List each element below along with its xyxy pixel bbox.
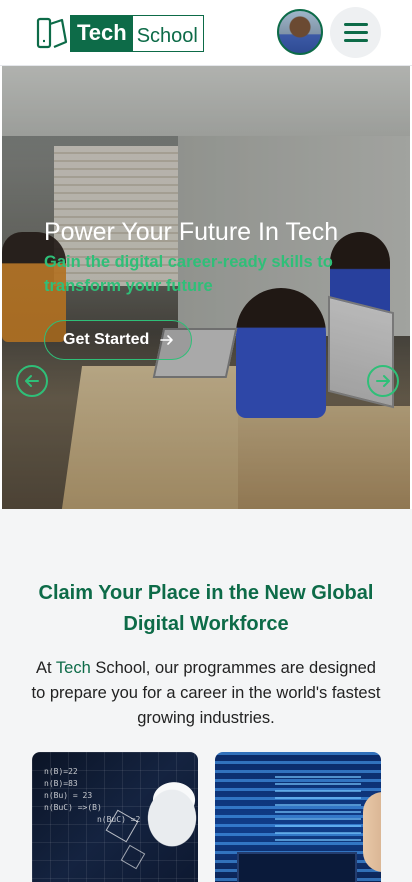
hamburger-menu-button[interactable] xyxy=(330,7,381,58)
logo-mark-icon xyxy=(36,16,68,50)
program-card-dev[interactable] xyxy=(215,752,381,882)
section-text-start: At xyxy=(36,659,56,677)
hamburger-icon-bar xyxy=(343,39,368,42)
hero-title: Power Your Future In Tech xyxy=(44,218,339,246)
logo-school-text: School xyxy=(136,24,198,47)
site-logo[interactable]: Tech School xyxy=(36,14,204,52)
arrow-right-icon xyxy=(376,375,390,387)
hamburger-icon-bar xyxy=(343,23,368,26)
logo-wordmark: Tech School xyxy=(70,14,204,52)
program-card-ai[interactable]: n(B)=22 n(B)=83 n(Bu) = 23 n(BuC) =>(B) … xyxy=(32,752,198,882)
logo-tech-text: Tech xyxy=(71,15,133,51)
section-title: Claim Your Place in the New Global Digit… xyxy=(38,582,374,635)
arrow-left-icon xyxy=(25,375,39,387)
hamburger-icon-bar xyxy=(343,31,368,34)
carousel-prev-button[interactable] xyxy=(16,365,48,397)
user-avatar[interactable] xyxy=(277,9,323,55)
section-description: At Tech School, our programmes are desig… xyxy=(30,656,382,731)
hero-carousel: Power Your Future In Tech Gain the digit… xyxy=(2,66,410,509)
intro-section: Claim Your Place in the New Global Digit… xyxy=(0,509,412,882)
carousel-next-button[interactable] xyxy=(367,365,399,397)
developer-screens-image xyxy=(275,776,361,846)
card-decoration xyxy=(237,852,357,882)
arrow-right-icon xyxy=(160,335,174,345)
section-brand-highlight: Tech xyxy=(55,659,91,677)
card-decoration xyxy=(363,792,381,872)
hero-subtitle: Gain the digital career-ready skills to … xyxy=(44,253,333,295)
site-header: Tech School xyxy=(0,0,412,66)
card-decoration xyxy=(120,844,146,870)
get-started-button[interactable]: Get Started xyxy=(44,320,192,360)
get-started-label: Get Started xyxy=(63,331,150,348)
